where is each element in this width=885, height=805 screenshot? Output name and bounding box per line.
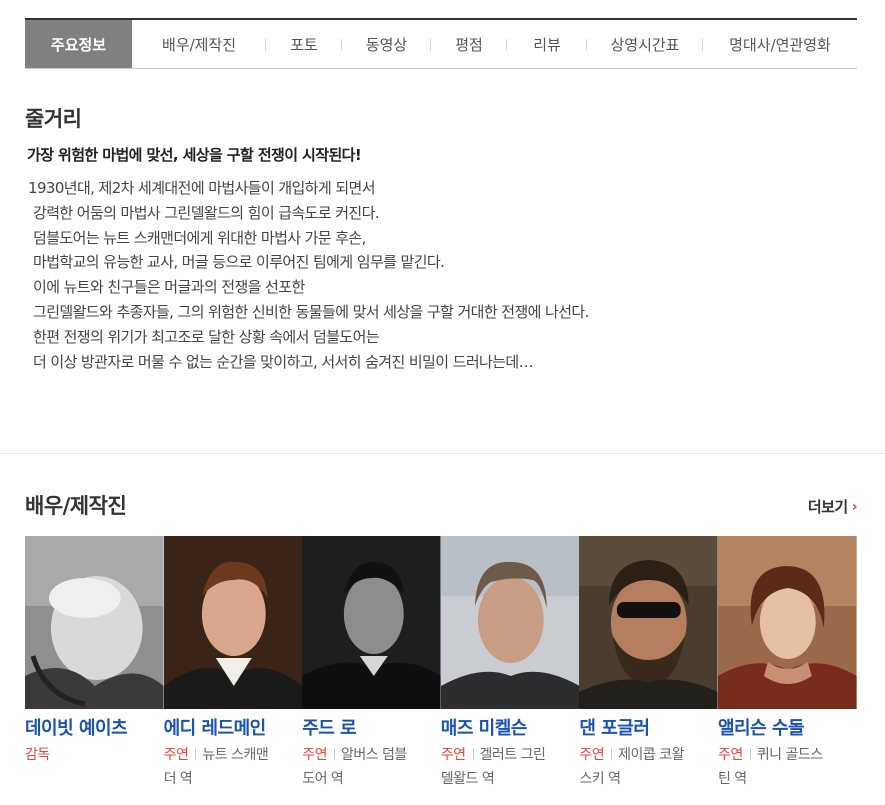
tab-quotes-related[interactable]: 명대사/연관영화: [703, 20, 857, 68]
section-divider: [0, 453, 885, 454]
tab-label: 주요정보: [50, 35, 107, 54]
meta-separator: [195, 748, 197, 760]
synopsis-title: 줄거리: [25, 107, 82, 131]
synopsis-line: 이에 뉴트와 친구들은 머글과의 전쟁을 선포한: [33, 278, 305, 297]
tab-review[interactable]: 리뷰: [507, 20, 587, 68]
meta-separator: [472, 748, 474, 760]
cast-role: 주연: [440, 747, 466, 763]
portrait-image: [717, 536, 857, 709]
cast-card: 앨리슨 수돌 주연 퀴니 골드스 틴 역: [717, 536, 857, 791]
cast-name[interactable]: 에디 레드메인: [164, 714, 303, 740]
tab-rating[interactable]: 평점: [431, 20, 507, 68]
cast-character: 퀴니 골드스: [756, 747, 823, 763]
cast-character: 뉴트 스캐맨: [202, 747, 269, 763]
cast-meta: 주연 뉴트 스캐맨 더 역: [164, 743, 303, 791]
cast-role: 주연: [302, 747, 327, 763]
cast-character: 알버스 덤블: [340, 747, 407, 763]
portrait-image: [579, 536, 718, 709]
cast-character: 델왈드 역: [440, 771, 495, 787]
cast-photo[interactable]: [163, 536, 303, 709]
synopsis-line: 마법학교의 유능한 교사, 머글 등으로 이루어진 팀에게 임무를 맡긴다.: [33, 253, 445, 272]
tab-showtimes[interactable]: 상영시간표: [587, 20, 703, 68]
meta-separator: [749, 748, 751, 760]
tab-photo[interactable]: 포토: [266, 20, 342, 68]
synopsis-line: 더 이상 방관자로 머물 수 없는 순간을 맞이하고, 서서히 숨겨진 비밀이 …: [33, 352, 534, 371]
cast-meta: 주연 알버스 덤블 도어 역: [302, 743, 441, 791]
portrait-image: [25, 536, 164, 709]
cast-section-title: 배우/제작진: [25, 494, 127, 518]
cast-meta: 주연 퀴니 골드스 틴 역: [718, 743, 857, 791]
more-button[interactable]: 더보기 ›: [807, 496, 858, 517]
tab-video[interactable]: 동영상: [342, 20, 431, 68]
tab-main-info[interactable]: 주요정보: [25, 20, 132, 68]
cast-name[interactable]: 댄 포글러: [579, 714, 718, 740]
cast-meta: 감독: [25, 743, 164, 767]
tab-label: 평점: [455, 35, 483, 54]
cast-card: 댄 포글러 주연 제이콥 코왈 스키 역: [579, 536, 718, 791]
cast-card: 주드 로 주연 알버스 덤블 도어 역: [302, 536, 441, 791]
cast-name[interactable]: 데이빗 예이츠: [25, 714, 164, 740]
cast-character: 더 역: [163, 771, 193, 787]
cast-role: 주연: [717, 747, 743, 763]
meta-separator: [333, 748, 335, 760]
cast-character: 스키 역: [579, 771, 621, 787]
tab-label: 배우/제작진: [161, 35, 237, 54]
chevron-right-icon: ›: [851, 498, 858, 515]
cast-photo[interactable]: [579, 536, 718, 709]
tab-label: 동영상: [365, 35, 408, 54]
tab-label: 명대사/연관영화: [729, 35, 831, 54]
tab-label: 포토: [290, 35, 318, 54]
cast-role: 주연: [163, 747, 189, 763]
cast-name[interactable]: 주드 로: [302, 714, 441, 740]
cast-character: 제이콥 코왈: [618, 747, 684, 763]
synopsis-line: 그린델왈드와 추종자들, 그의 위험한 신비한 동물들에 맞서 세상을 구할 거…: [33, 302, 589, 321]
cast-character: 틴 역: [717, 771, 747, 787]
cast-name[interactable]: 매즈 미켈슨: [441, 714, 580, 740]
tab-label: 상영시간표: [610, 35, 680, 54]
synopsis-headline: 가장 위험한 마법에 맞선, 세상을 구할 전쟁이 시작된다!: [27, 146, 362, 164]
portrait-image: [302, 536, 441, 709]
cast-role: 주연: [579, 747, 605, 763]
cast-list: 데이빗 예이츠 감독 에디 레드메인 주연 뉴트 스캐맨 더 역 주드 로 주연…: [25, 536, 857, 791]
cast-meta: 주연 제이콥 코왈 스키 역: [579, 743, 718, 791]
more-label: 더보기: [807, 498, 848, 516]
synopsis-line: 덤블도어는 뉴트 스캐맨더에게 위대한 마법사 가문 후손,: [33, 228, 366, 247]
cast-character: 도어 역: [302, 771, 344, 787]
synopsis-line: 한편 전쟁의 위기가 최고조로 달한 상황 속에서 덤블도어는: [33, 327, 380, 346]
cast-meta: 주연 겔러트 그린 델왈드 역: [441, 743, 580, 791]
cast-photo[interactable]: [440, 536, 580, 709]
meta-separator: [611, 748, 613, 760]
cast-photo[interactable]: [717, 536, 857, 709]
cast-card: 에디 레드메인 주연 뉴트 스캐맨 더 역: [163, 536, 303, 791]
cast-name[interactable]: 앨리슨 수돌: [718, 714, 857, 740]
cast-role: 감독: [25, 747, 50, 763]
tab-cast-crew[interactable]: 배우/제작진: [132, 20, 266, 68]
cast-photo[interactable]: [25, 536, 164, 709]
tab-label: 리뷰: [533, 35, 561, 54]
synopsis-line: 강력한 어둠의 마법사 그린델왈드의 힘이 급속도로 커진다.: [33, 203, 380, 222]
synopsis-body: 1930년대, 제2차 세계대전에 마법사들이 개입하게 되면서 강력한 어둠의…: [28, 176, 848, 374]
cast-card: 매즈 미켈슨 주연 겔러트 그린 델왈드 역: [440, 536, 580, 791]
portrait-image: [163, 536, 303, 709]
cast-card: 데이빗 예이츠 감독: [25, 536, 164, 791]
cast-photo[interactable]: [302, 536, 441, 709]
cast-character: 겔러트 그린: [479, 747, 546, 763]
portrait-image: [440, 536, 580, 709]
tab-bar: 주요정보 배우/제작진 포토 동영상 평점 리뷰 상영시간표 명대사/연관영화: [25, 18, 857, 69]
synopsis-line: 1930년대, 제2차 세계대전에 마법사들이 개입하게 되면서: [28, 179, 376, 197]
